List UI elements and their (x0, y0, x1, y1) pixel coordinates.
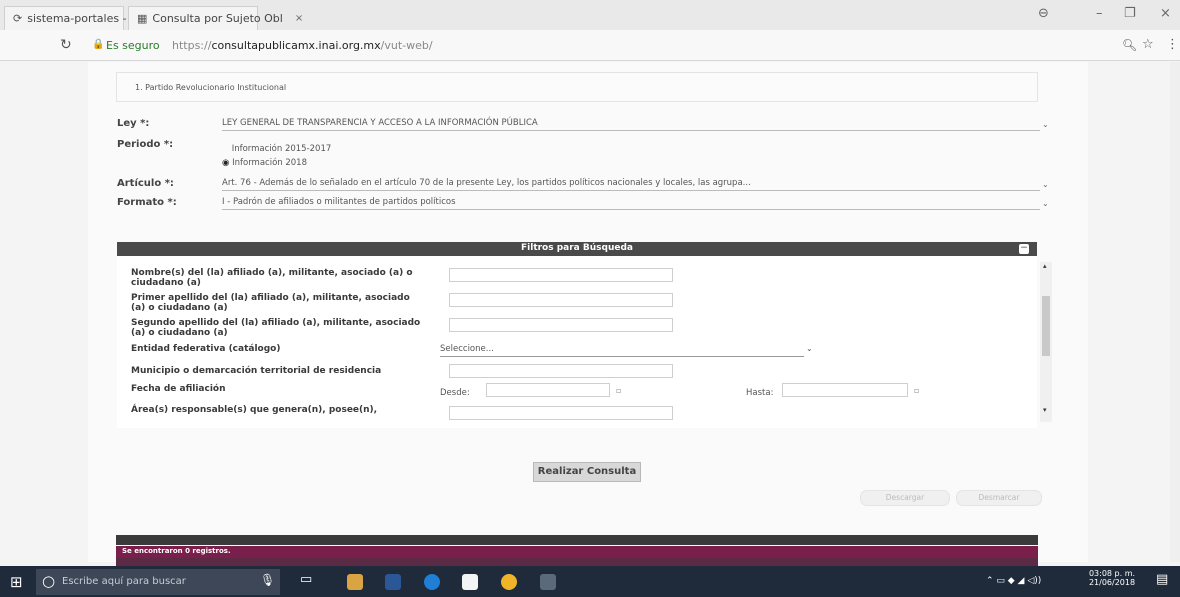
close-icon[interactable]: × (295, 13, 303, 24)
filter-label-area: Área(s) responsable(s) que genera(n), po… (131, 405, 378, 415)
entidad-select[interactable]: Seleccione... ⌄ (440, 342, 813, 357)
nombre-input[interactable] (449, 268, 673, 282)
tab-consulta[interactable]: ▦ Consulta por Sujeto Obl × (128, 6, 303, 30)
task-view-icon[interactable]: ▭ (300, 572, 312, 587)
formato-value: I - Padrón de afiliados o militantes de … (222, 197, 456, 207)
chevron-down-icon[interactable]: ⌄ (1042, 120, 1049, 129)
results-count: Se encontraron 0 registros. (122, 547, 231, 555)
results-count-bar: Se encontraron 0 registros. (116, 546, 1038, 558)
menu-icon[interactable]: ⋮ (1166, 37, 1179, 52)
window-close-icon[interactable]: × (1160, 6, 1171, 21)
secure-label: Es seguro (106, 39, 160, 52)
chevron-down-icon[interactable]: ⌄ (1042, 199, 1049, 208)
cortana-icon: ○ (42, 572, 56, 590)
calendar-icon[interactable]: ▫ (616, 386, 621, 395)
periodo-option-2018[interactable]: ◉ Información 2018 (222, 158, 307, 168)
filters-title: Filtros para Búsqueda (521, 243, 633, 253)
edge-icon[interactable] (424, 574, 440, 590)
hasta-input[interactable] (782, 383, 908, 397)
ley-label: Ley *: (117, 118, 150, 129)
taskbar-search-placeholder: Escribe aquí para buscar (62, 576, 186, 587)
periodo-option-label: Información 2018 (232, 158, 308, 168)
articulo-label: Artículo *: (117, 178, 174, 189)
restore-icon[interactable]: ❐ (1124, 6, 1136, 21)
desde-input[interactable] (486, 383, 610, 397)
filter-label-segundo-apellido: Segundo apellido del (la) afiliado (a), … (131, 318, 421, 338)
clock-time: 03:08 p. m. (1088, 569, 1136, 578)
entidad-select-value: Seleccione... (440, 344, 494, 354)
system-tray-icons[interactable]: ⌃ ▭ ◆ ◢ ◁)) (986, 576, 1041, 586)
sujeto-label: 1. Partido Revolucionario Institucional (135, 83, 287, 92)
taskbar-search-box[interactable]: ○ Escribe aquí para buscar 🎙︎ (36, 569, 280, 595)
calendar-icon[interactable]: ▫ (914, 386, 919, 395)
filters-panel-header: Filtros para Búsqueda − (117, 242, 1037, 256)
clock-date: 21/06/2018 (1088, 578, 1136, 587)
app-icon[interactable] (540, 574, 556, 590)
zoom-icon[interactable]: 🔍︎ (1122, 38, 1137, 52)
segundo-apellido-input[interactable] (449, 318, 673, 332)
periodo-option-2015[interactable]: Información 2015-2017 (222, 144, 332, 154)
filter-label-nombre: Nombre(s) del (la) afiliado (a), militan… (131, 268, 413, 288)
desde-label: Desde: (440, 388, 470, 398)
results-table-header (116, 558, 1038, 566)
ley-select[interactable]: LEY GENERAL DE TRANSPARENCIA Y ACCESO A … (222, 116, 1040, 131)
sujeto-box: 1. Partido Revolucionario Institucional (116, 72, 1038, 102)
windows-start-icon[interactable]: ⊞ (10, 573, 23, 591)
notifications-icon[interactable]: ▤ (1156, 572, 1168, 587)
filter-label-primer-apellido: Primer apellido del (la) afiliado (a), m… (131, 293, 410, 313)
periodo-label: Periodo *: (117, 139, 174, 150)
radio-selected-icon[interactable]: ◉ (222, 158, 229, 168)
desmarcar-button[interactable]: Desmarcar (956, 490, 1042, 506)
formato-select[interactable]: I - Padrón de afiliados o militantes de … (222, 195, 1040, 210)
url-field[interactable]: https://consultapublicamx.inai.org.mx/vu… (172, 39, 433, 52)
refresh-tab-icon: ⟳ (13, 12, 23, 25)
articulo-select[interactable]: Art. 76 - Además de lo señalado en el ar… (222, 176, 1040, 191)
area-input[interactable] (449, 406, 673, 420)
page-favicon-icon: ▦ (137, 12, 148, 25)
url-host: consultapublicamx.inai.org.mx (211, 39, 381, 52)
articulo-value: Art. 76 - Además de lo señalado en el ar… (222, 178, 751, 188)
chevron-down-icon[interactable]: ⌄ (1042, 180, 1049, 189)
collapse-icon[interactable]: − (1019, 244, 1029, 254)
file-explorer-icon[interactable] (347, 574, 363, 590)
taskbar-clock[interactable]: 03:08 p. m. 21/06/2018 (1086, 569, 1138, 587)
scrollbar-thumb[interactable] (1042, 296, 1050, 356)
periodo-option-label: Información 2015-2017 (231, 144, 332, 154)
minimize-icon[interactable]: – (1096, 6, 1103, 21)
tab-sistema-portales[interactable]: ⟳ sistema-portales - PNT × (4, 6, 172, 30)
hasta-label: Hasta: (746, 388, 774, 398)
browser-tab-strip: ⟳ sistema-portales - PNT × ▦ Consulta po… (0, 0, 1180, 30)
chrome-icon[interactable] (501, 574, 517, 590)
primer-apellido-input[interactable] (449, 293, 673, 307)
reload-icon[interactable]: ↻ (60, 37, 72, 53)
word-icon[interactable] (385, 574, 401, 590)
filter-label-entidad: Entidad federativa (catálogo) (131, 344, 281, 354)
scroll-down-icon[interactable]: ▾ (1043, 406, 1047, 414)
municipio-input[interactable] (449, 364, 673, 378)
tab-label: Consulta por Sujeto Obl (152, 12, 283, 25)
results-header (116, 535, 1038, 545)
filter-label-fecha: Fecha de afiliación (131, 384, 226, 394)
page-scrollbar[interactable] (1170, 62, 1180, 562)
profile-icon[interactable]: ⊖ (1038, 6, 1049, 21)
star-icon[interactable]: ☆ (1142, 37, 1154, 52)
store-icon[interactable] (462, 574, 478, 590)
chevron-down-icon[interactable]: ⌄ (806, 342, 813, 356)
lock-icon: 🔒 (92, 39, 105, 50)
microphone-icon[interactable]: 🎙︎ (260, 573, 275, 587)
formato-label: Formato *: (117, 197, 177, 208)
filters-scrollbar[interactable]: ▴ ▾ (1040, 262, 1052, 422)
filter-label-municipio: Municipio o demarcación territorial de r… (131, 366, 382, 376)
url-path: /vut-web/ (380, 39, 433, 52)
url-scheme: https:// (172, 39, 212, 52)
descargar-button[interactable]: Descargar (860, 490, 950, 506)
scroll-up-icon[interactable]: ▴ (1043, 262, 1047, 270)
realizar-consulta-button[interactable]: Realizar Consulta (533, 462, 641, 482)
address-bar: ↻ 🔒 Es seguro https://consultapublicamx.… (0, 30, 1180, 61)
ley-value: LEY GENERAL DE TRANSPARENCIA Y ACCESO A … (222, 118, 538, 128)
